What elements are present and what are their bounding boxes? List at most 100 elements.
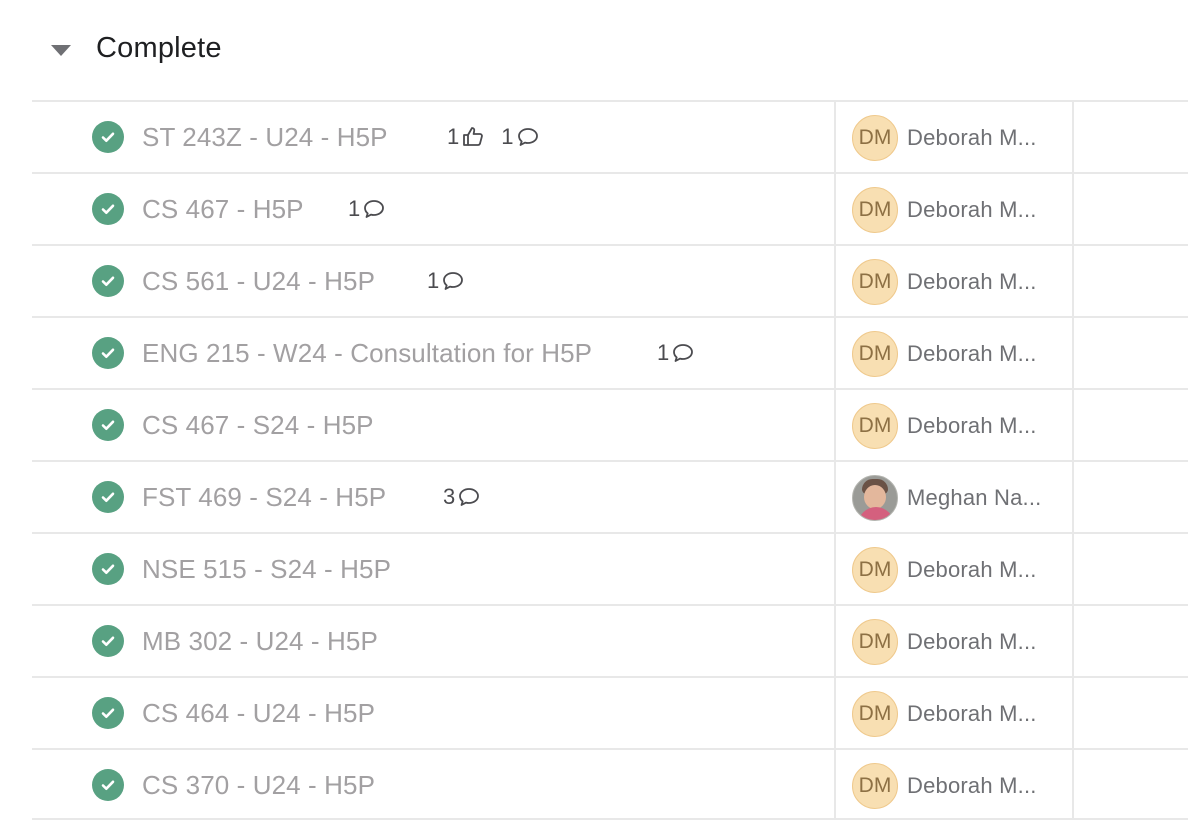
task-row[interactable]: MB 302 - U24 - H5P DM Deborah M... bbox=[32, 604, 1188, 676]
check-circle-icon[interactable] bbox=[92, 193, 124, 225]
assignee-cell[interactable]: DM Deborah M... bbox=[852, 546, 1037, 594]
column-divider bbox=[834, 606, 836, 676]
task-name[interactable]: CS 467 - S24 - H5P bbox=[142, 409, 374, 441]
comment-count[interactable]: 1 bbox=[427, 268, 465, 294]
assignee-cell[interactable]: DM Deborah M... bbox=[852, 618, 1037, 666]
column-divider bbox=[1072, 606, 1074, 676]
assignee-name: Deborah M... bbox=[907, 197, 1037, 222]
thumbs-up-icon bbox=[461, 125, 485, 149]
comment-icon bbox=[516, 125, 540, 149]
assignee-name: Meghan Na... bbox=[907, 485, 1042, 510]
task-row[interactable]: CS 467 - S24 - H5P DM Deborah M... bbox=[32, 388, 1188, 460]
check-circle-icon[interactable] bbox=[92, 769, 124, 801]
comment-count-value: 1 bbox=[657, 340, 670, 365]
assignee-cell[interactable]: DM Deborah M... bbox=[852, 186, 1037, 234]
column-divider bbox=[1072, 390, 1074, 460]
column-divider bbox=[834, 246, 836, 316]
task-name[interactable]: CS 467 - H5P bbox=[142, 193, 304, 225]
column-divider bbox=[834, 102, 836, 172]
column-divider bbox=[834, 750, 836, 818]
assignee-cell[interactable]: DM Deborah M... bbox=[852, 330, 1037, 378]
assignee-name: Deborah M... bbox=[907, 413, 1037, 438]
comment-count[interactable]: 1 bbox=[657, 340, 695, 366]
column-divider bbox=[834, 174, 836, 244]
avatar: DM bbox=[852, 187, 898, 233]
check-circle-icon[interactable] bbox=[92, 409, 124, 441]
column-divider bbox=[1072, 534, 1074, 604]
task-name[interactable]: CS 561 - U24 - H5P bbox=[142, 265, 375, 297]
task-name[interactable]: FST 469 - S24 - H5P bbox=[142, 481, 386, 513]
task-meta: 11 bbox=[447, 121, 540, 153]
task-row[interactable]: CS 370 - U24 - H5P DM Deborah M... bbox=[32, 748, 1188, 820]
column-divider bbox=[834, 462, 836, 532]
column-divider bbox=[1072, 678, 1074, 748]
avatar: DM bbox=[852, 259, 898, 305]
column-divider bbox=[1072, 318, 1074, 388]
task-meta: 1 bbox=[348, 193, 386, 225]
task-row[interactable]: ST 243Z - U24 - H5P 1 1 DM Deborah M... bbox=[32, 100, 1188, 172]
section-header: Complete bbox=[0, 0, 1188, 100]
task-list: ST 243Z - U24 - H5P 1 1 DM Deborah M... CS 46… bbox=[32, 100, 1188, 820]
task-meta: 1 bbox=[427, 265, 465, 297]
task-name[interactable]: ST 243Z - U24 - H5P bbox=[142, 121, 388, 153]
task-name[interactable]: CS 370 - U24 - H5P bbox=[142, 769, 375, 801]
assignee-cell[interactable]: DM Deborah M... bbox=[852, 762, 1037, 810]
assignee-cell[interactable]: Meghan Na... bbox=[852, 474, 1041, 522]
task-row[interactable]: FST 469 - S24 - H5P 3 Meghan Na... bbox=[32, 460, 1188, 532]
check-circle-icon[interactable] bbox=[92, 697, 124, 729]
avatar-photo bbox=[852, 475, 898, 521]
avatar: DM bbox=[852, 691, 898, 737]
avatar: DM bbox=[852, 763, 898, 809]
column-divider bbox=[834, 318, 836, 388]
assignee-name: Deborah M... bbox=[907, 773, 1037, 798]
column-divider bbox=[834, 390, 836, 460]
column-divider bbox=[1072, 102, 1074, 172]
task-meta: 1 bbox=[657, 337, 695, 369]
check-circle-icon[interactable] bbox=[92, 337, 124, 369]
assignee-name: Deborah M... bbox=[907, 557, 1037, 582]
column-divider bbox=[1072, 462, 1074, 532]
task-name[interactable]: CS 464 - U24 - H5P bbox=[142, 697, 375, 729]
comment-count[interactable]: 1 bbox=[501, 124, 539, 150]
caret-down-icon[interactable] bbox=[51, 45, 71, 56]
task-name[interactable]: NSE 515 - S24 - H5P bbox=[142, 553, 391, 585]
check-circle-icon[interactable] bbox=[92, 625, 124, 657]
task-meta: 3 bbox=[443, 481, 481, 513]
comment-icon bbox=[362, 197, 386, 221]
task-row[interactable]: NSE 515 - S24 - H5P DM Deborah M... bbox=[32, 532, 1188, 604]
task-row[interactable]: CS 561 - U24 - H5P 1 DM Deborah M... bbox=[32, 244, 1188, 316]
like-count[interactable]: 1 bbox=[447, 124, 485, 150]
comment-count-value: 1 bbox=[501, 124, 514, 149]
assignee-name: Deborah M... bbox=[907, 629, 1037, 654]
avatar: DM bbox=[852, 547, 898, 593]
task-row[interactable]: ENG 215 - W24 - Consultation for H5P 1 DM D… bbox=[32, 316, 1188, 388]
comment-icon bbox=[671, 341, 695, 365]
column-divider bbox=[834, 534, 836, 604]
check-circle-icon[interactable] bbox=[92, 121, 124, 153]
comment-icon bbox=[441, 269, 465, 293]
task-name[interactable]: ENG 215 - W24 - Consultation for H5P bbox=[142, 337, 629, 369]
comment-count-value: 1 bbox=[427, 268, 440, 293]
check-circle-icon[interactable] bbox=[92, 265, 124, 297]
comment-count-value: 1 bbox=[348, 196, 361, 221]
like-count-value: 1 bbox=[447, 124, 460, 149]
check-circle-icon[interactable] bbox=[92, 481, 124, 513]
assignee-cell[interactable]: DM Deborah M... bbox=[852, 402, 1037, 450]
comment-count[interactable]: 3 bbox=[443, 484, 481, 510]
avatar: DM bbox=[852, 619, 898, 665]
task-row[interactable]: CS 464 - U24 - H5P DM Deborah M... bbox=[32, 676, 1188, 748]
assignee-cell[interactable]: DM Deborah M... bbox=[852, 690, 1037, 738]
assignee-cell[interactable]: DM Deborah M... bbox=[852, 258, 1037, 306]
assignee-name: Deborah M... bbox=[907, 701, 1037, 726]
avatar: DM bbox=[852, 115, 898, 161]
column-divider bbox=[1072, 174, 1074, 244]
assignee-cell[interactable]: DM Deborah M... bbox=[852, 114, 1037, 162]
check-circle-icon[interactable] bbox=[92, 553, 124, 585]
column-divider bbox=[834, 678, 836, 748]
comment-count[interactable]: 1 bbox=[348, 196, 386, 222]
section-title[interactable]: Complete bbox=[96, 32, 222, 65]
comment-icon bbox=[457, 485, 481, 509]
task-row[interactable]: CS 467 - H5P 1 DM Deborah M... bbox=[32, 172, 1188, 244]
task-name[interactable]: MB 302 - U24 - H5P bbox=[142, 625, 378, 657]
avatar: DM bbox=[852, 403, 898, 449]
